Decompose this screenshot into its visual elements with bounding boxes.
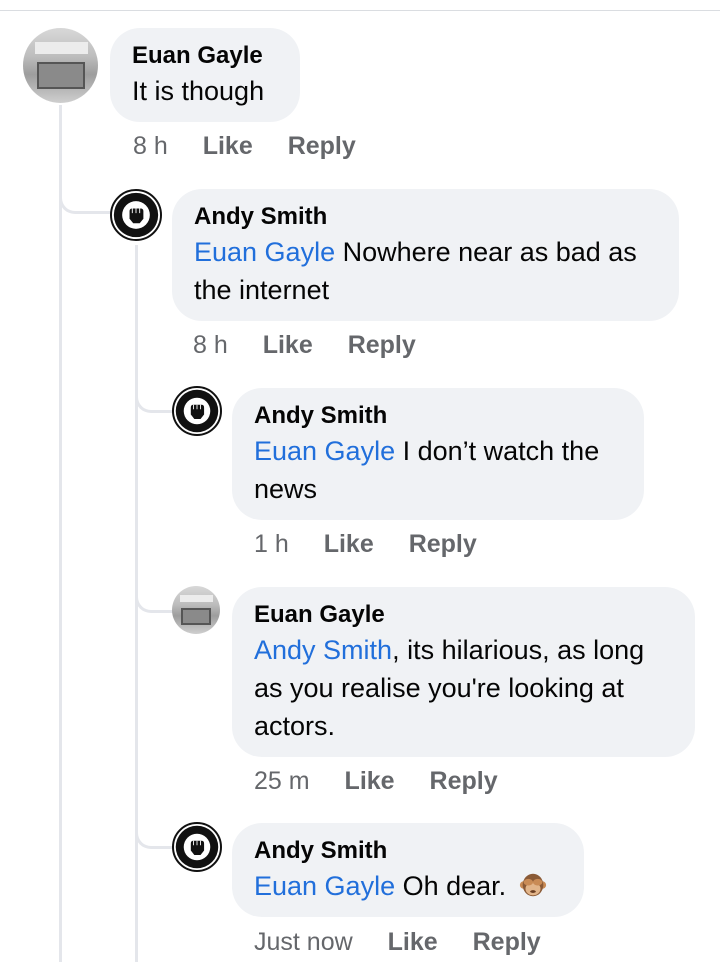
- timestamp[interactable]: 8 h: [193, 331, 228, 359]
- thread-curve-reply-1: [59, 185, 114, 214]
- avatar-andy-smith[interactable]: [172, 386, 222, 436]
- mention-link[interactable]: Euan Gayle: [254, 436, 395, 466]
- avatar-frame: [180, 607, 212, 625]
- thread-curve-reply-2: [135, 384, 174, 413]
- comment-text: Euan Gayle Oh dear.: [254, 867, 562, 905]
- comment-meta: Just now Like Reply: [254, 927, 541, 957]
- comment-bubble: Andy Smith Euan Gayle I don’t watch the …: [232, 388, 644, 520]
- timestamp[interactable]: 1 h: [254, 530, 289, 558]
- avatar-euan-gayle[interactable]: [23, 28, 98, 103]
- see-no-evil-monkey-icon: [519, 873, 546, 897]
- avatar-sign: [179, 594, 214, 603]
- comment-author[interactable]: Andy Smith: [254, 400, 622, 432]
- comment-author[interactable]: Andy Smith: [254, 835, 562, 867]
- reply-button[interactable]: Reply: [288, 132, 356, 160]
- reply-button[interactable]: Reply: [348, 331, 416, 359]
- fist-logo-icon: [113, 192, 159, 238]
- comment-body: Oh dear.: [395, 871, 507, 901]
- thread-curve-reply-3: [135, 584, 174, 613]
- thread-curve-reply-4: [135, 820, 174, 849]
- reply-button[interactable]: Reply: [473, 928, 541, 956]
- comment-bubble: Andy Smith Euan Gayle Nowhere near as ba…: [172, 189, 679, 321]
- comment-text: Andy Smith, its hilarious, as long as yo…: [254, 631, 673, 745]
- avatar-andy-smith[interactable]: [110, 189, 162, 241]
- timestamp[interactable]: Just now: [254, 928, 353, 956]
- comment-meta: 8 h Like Reply: [193, 330, 416, 360]
- comment-text: It is though: [132, 72, 278, 110]
- fist-logo-icon: [175, 389, 219, 433]
- comment-meta: 25 m Like Reply: [254, 766, 498, 796]
- like-button[interactable]: Like: [203, 132, 253, 160]
- top-divider: [0, 10, 720, 11]
- like-button[interactable]: Like: [388, 928, 438, 956]
- comment-meta: 1 h Like Reply: [254, 529, 477, 559]
- comment-bubble: Euan Gayle Andy Smith, its hilarious, as…: [232, 587, 695, 757]
- like-button[interactable]: Like: [345, 767, 395, 795]
- reply-button[interactable]: Reply: [430, 767, 498, 795]
- comment-author[interactable]: Euan Gayle: [254, 599, 673, 631]
- comment-bubble: Euan Gayle It is though: [110, 28, 300, 122]
- avatar-andy-smith[interactable]: [172, 822, 222, 872]
- comment-author[interactable]: Andy Smith: [194, 201, 657, 233]
- comment-text: Euan Gayle Nowhere near as bad as the in…: [194, 233, 657, 309]
- timestamp[interactable]: 8 h: [133, 132, 168, 160]
- mention-link[interactable]: Euan Gayle: [254, 871, 395, 901]
- comment-text: Euan Gayle I don’t watch the news: [254, 432, 622, 508]
- fist-logo-icon: [175, 825, 219, 869]
- like-button[interactable]: Like: [324, 530, 374, 558]
- comment-bubble: Andy Smith Euan Gayle Oh dear.: [232, 823, 584, 917]
- like-button[interactable]: Like: [263, 331, 313, 359]
- reply-button[interactable]: Reply: [409, 530, 477, 558]
- comment-author[interactable]: Euan Gayle: [132, 40, 278, 72]
- comment-body: It is though: [132, 76, 265, 106]
- comment-meta: 8 h Like Reply: [133, 131, 356, 161]
- avatar-sign: [35, 41, 88, 54]
- avatar-frame: [36, 61, 85, 89]
- avatar-euan-gayle[interactable]: [172, 586, 220, 634]
- thread-line-main: [59, 105, 62, 962]
- timestamp[interactable]: 25 m: [254, 767, 310, 795]
- mention-link[interactable]: Euan Gayle: [194, 237, 335, 267]
- mention-link[interactable]: Andy Smith: [254, 635, 392, 665]
